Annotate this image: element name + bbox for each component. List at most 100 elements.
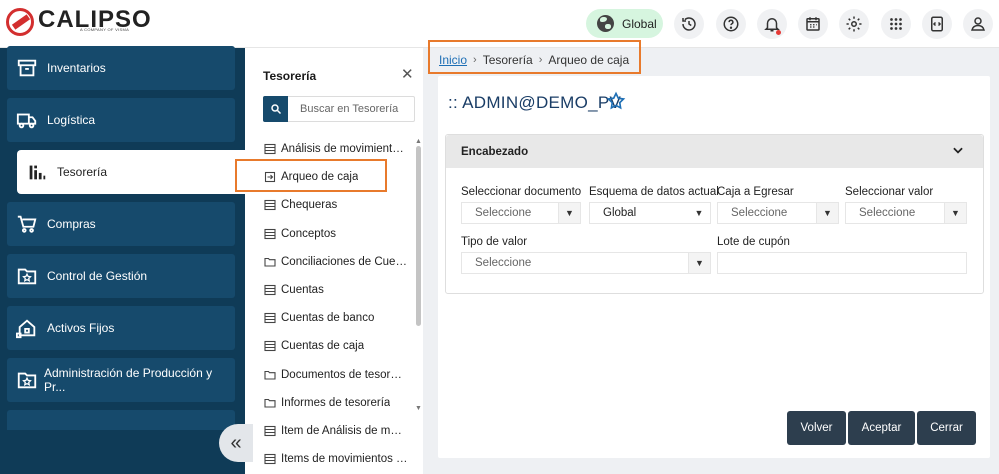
breadcrumb-section[interactable]: Tesorería	[483, 53, 533, 67]
subpanel-item[interactable]: Conciliaciones de Cuentas	[264, 252, 408, 272]
subpanel-item[interactable]: Cuentas	[264, 280, 408, 300]
subpanel-item[interactable]: Cuentas de caja	[264, 336, 408, 356]
brand-tagline: A COMPANY OF VISMA	[80, 27, 130, 32]
caja-select[interactable]: Seleccione ▼	[717, 202, 839, 224]
user-icon[interactable]	[963, 9, 993, 39]
sidebar-item-label: Tesorería	[57, 165, 108, 179]
section-title: Encabezado	[461, 145, 529, 158]
valor-label: Seleccionar valor	[845, 186, 934, 198]
help-icon[interactable]	[716, 9, 746, 39]
breadcrumb-separator: ›	[473, 54, 477, 66]
documento-select[interactable]: Seleccione ▼	[461, 202, 581, 224]
scope-selector-button[interactable]: Global	[586, 9, 663, 38]
sidebar-item-label: Activos Fijos	[47, 321, 115, 335]
subpanel-item-label: Conceptos	[281, 227, 336, 240]
subpanel-item-label: Cuentas	[281, 284, 324, 296]
chevron-down-icon[interactable]: ▼	[688, 253, 710, 273]
calipso-logo[interactable]: CALIPSO	[6, 8, 152, 36]
breadcrumb-current: Arqueo de caja	[548, 53, 630, 67]
chevron-down-icon[interactable]	[951, 143, 965, 160]
sidebar-item-inventarios[interactable]: Inventarios	[7, 46, 235, 90]
subpanel-item[interactable]: Cuentas de banco	[264, 308, 408, 328]
subpanel-item-label: Conciliaciones de Cuentas	[281, 255, 408, 268]
sidebar-item-activos-fijos[interactable]: Activos Fijos	[7, 306, 235, 350]
cerrar-button[interactable]: Cerrar	[917, 411, 976, 445]
esquema-select[interactable]: Global ▼	[589, 202, 711, 224]
chevron-down-icon[interactable]: ▼	[944, 203, 966, 223]
caja-label: Caja a Egresar	[717, 186, 794, 198]
inventory-box-icon	[17, 59, 37, 77]
history-icon[interactable]	[674, 9, 704, 39]
collapse-sidebar-button[interactable]: «	[219, 424, 253, 462]
main-sidebar: Inventarios Logística Tesorería Compras …	[0, 46, 245, 474]
valor-select[interactable]: Seleccione ▼	[845, 202, 967, 224]
chevron-down-icon[interactable]: ▼	[816, 203, 838, 223]
house-hand-icon	[16, 319, 36, 339]
tipo-label: Tipo de valor	[461, 236, 528, 248]
list-icon	[264, 199, 276, 211]
main-content-card: :: ADMIN@DEMO_PV Encabezado Seleccionar …	[438, 76, 990, 458]
subpanel-item[interactable]: Chequeras	[264, 195, 408, 215]
chevron-down-icon[interactable]: ▼	[688, 203, 710, 223]
sidebar-item-compras[interactable]: Compras	[7, 202, 235, 246]
apps-grid-icon[interactable]	[881, 9, 911, 39]
breadcrumb-home-link[interactable]: Inicio	[439, 53, 467, 67]
sidebar-item-control-de-gestion[interactable]: Control de Gestión	[7, 254, 235, 298]
section-header[interactable]: Encabezado	[446, 135, 983, 168]
sidebar-item-label: Logística	[47, 113, 96, 127]
esquema-value: Global	[603, 207, 637, 219]
subpanel-item-label: Item de Análisis de movi...	[281, 425, 408, 437]
folder-icon	[264, 369, 276, 381]
subpanel-item[interactable]: Documentos de tesorería	[264, 365, 408, 385]
breadcrumb-separator: ›	[538, 54, 543, 66]
tipo-value: Seleccione	[475, 257, 532, 269]
sidebar-item-partial[interactable]	[7, 410, 235, 430]
subpanel-item-label: Documentos de tesorería	[281, 368, 408, 381]
gear-icon[interactable]	[839, 9, 869, 39]
sidebar-item-label: Administración de Producción y Pr...	[44, 366, 213, 394]
search-input[interactable]	[288, 103, 408, 115]
subpanel-item-label: Informes de tesorería	[281, 396, 391, 409]
close-icon[interactable]: ✕	[401, 67, 414, 82]
lote-input[interactable]	[717, 252, 967, 274]
list-icon	[264, 143, 276, 155]
tipo-select[interactable]: Seleccione ▼	[461, 252, 711, 274]
valor-value: Seleccione	[859, 207, 916, 219]
aceptar-button[interactable]: Aceptar	[848, 411, 915, 445]
lote-label: Lote de cupón	[717, 236, 790, 248]
encabezado-section: Encabezado Seleccionar documento Selecci…	[445, 134, 984, 294]
folder-icon	[264, 397, 276, 409]
list-icon	[264, 425, 276, 437]
sidebar-item-logistica[interactable]: Logística	[7, 98, 235, 142]
documento-value: Seleccione	[475, 207, 532, 219]
documento-label: Seleccionar documento	[461, 186, 582, 198]
search-icon	[270, 104, 281, 115]
subpanel-item-label: Cuentas de caja	[281, 340, 365, 353]
subpanel-item[interactable]: Items de movimientos de...	[264, 449, 408, 469]
list-icon	[264, 228, 276, 240]
scroll-down-arrow[interactable]: ▼	[415, 405, 422, 412]
treasury-chart-icon	[29, 165, 46, 180]
calipso-logo-mark	[6, 8, 34, 36]
sidebar-item-administracion-produccion[interactable]: Administración de Producción y Pr...	[7, 358, 235, 402]
sidebar-item-tesoreria[interactable]: Tesorería	[17, 150, 245, 194]
favorite-star-icon[interactable]	[606, 91, 626, 111]
search-button[interactable]	[263, 96, 288, 122]
chevron-down-icon[interactable]: ▼	[558, 203, 580, 223]
list-icon	[264, 312, 276, 324]
bell-icon[interactable]	[757, 9, 787, 39]
subpanel-item[interactable]: Análisis de movimientos ...	[264, 139, 408, 159]
subpanel-item[interactable]: Informes de tesorería	[264, 393, 408, 413]
subpanel-item-label: Chequeras	[281, 199, 338, 212]
subpanel-item[interactable]: Item de Análisis de movi...	[264, 421, 408, 441]
calendar-icon[interactable]	[798, 9, 828, 39]
page-title: :: ADMIN@DEMO_PV	[448, 93, 622, 112]
scope-label: Global	[622, 16, 657, 31]
volver-button[interactable]: Volver	[787, 411, 846, 445]
sidebar-item-label: Control de Gestión	[47, 269, 148, 283]
code-file-icon[interactable]	[922, 9, 952, 39]
subpanel-item[interactable]: Conceptos	[264, 224, 408, 244]
subpanel-item[interactable]: Arqueo de caja	[264, 167, 408, 187]
scrollbar-thumb[interactable]	[416, 146, 421, 326]
scroll-up-arrow[interactable]: ▲	[415, 138, 422, 145]
